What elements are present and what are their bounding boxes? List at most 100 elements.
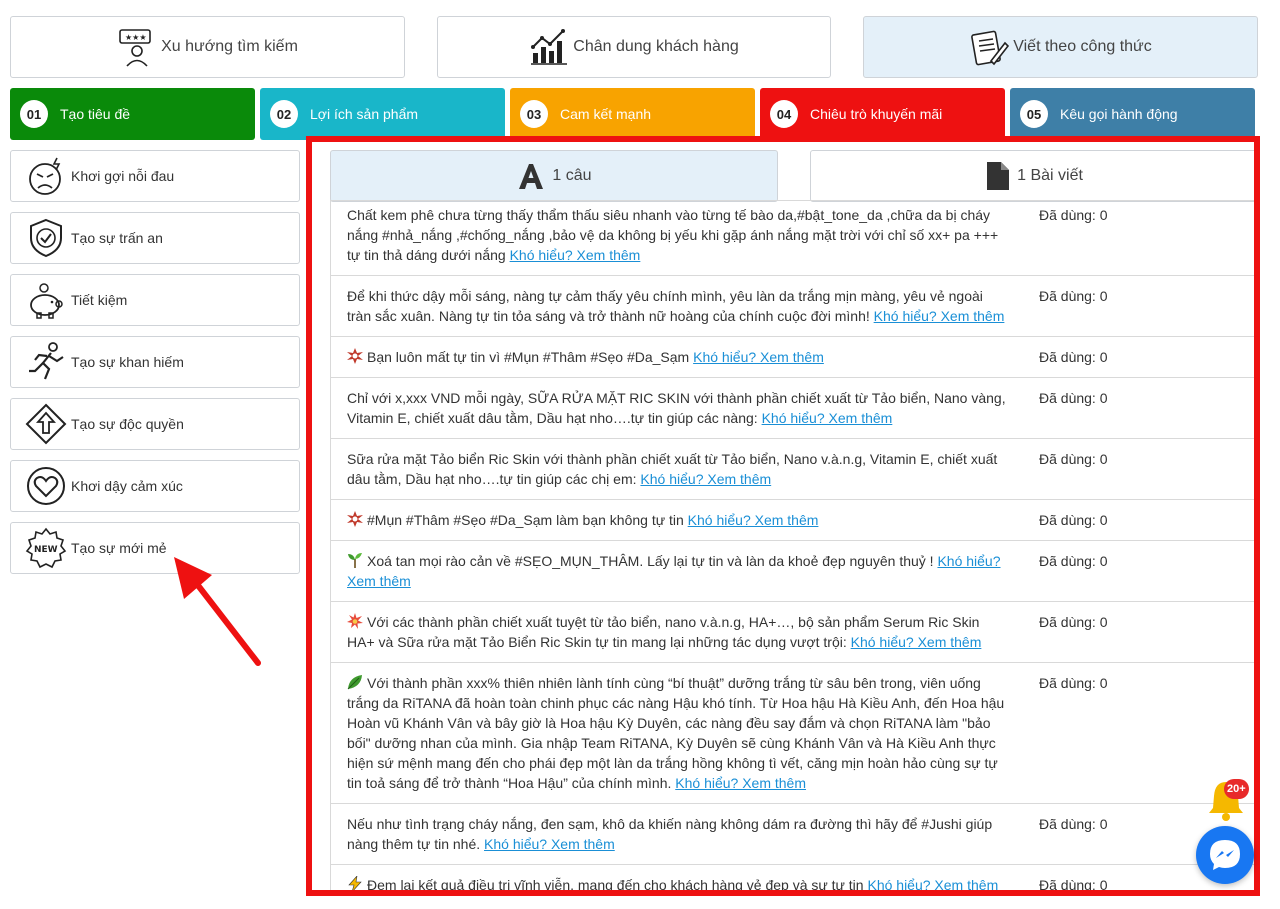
running-man-icon bbox=[29, 342, 64, 380]
menu-item-reassure[interactable]: Tạo sự trấn an bbox=[10, 212, 300, 264]
arrow-up-sign-icon bbox=[25, 403, 67, 445]
more-link[interactable]: Khó hiểu? Xem thêm bbox=[874, 308, 1005, 324]
used-count: Đã dùng: 0 bbox=[1039, 614, 1108, 630]
list-item[interactable]: Chỉ với x,xxx VND mỗi ngày, SỮA RỬA MẶT … bbox=[330, 378, 1254, 439]
step-number: 04 bbox=[770, 100, 798, 128]
row-text: #Mụn #Thâm #Sẹo #Da_Sạm làm bạn không tự… bbox=[367, 512, 684, 528]
row-text: Nếu như tình trạng cháy nắng, đen sạm, k… bbox=[347, 816, 993, 852]
menu-item-scarcity[interactable]: Tạo sự khan hiếm bbox=[10, 336, 300, 388]
more-link[interactable]: Khó hiểu? Xem thêm bbox=[851, 634, 982, 650]
menu-item-pain[interactable]: Khơi gợi nỗi đau bbox=[10, 150, 300, 202]
step-label: Cam kết mạnh bbox=[560, 106, 652, 122]
menu-item-exclusive[interactable]: Tạo sự độc quyền bbox=[10, 398, 300, 450]
step-label: Chiêu trò khuyến mãi bbox=[810, 106, 943, 122]
more-link[interactable]: Khó hiểu? Xem thêm bbox=[510, 247, 641, 263]
notification-badge: 20+ bbox=[1224, 779, 1249, 799]
used-count: Đã dùng: 0 bbox=[1039, 207, 1108, 223]
used-count: Đã dùng: 0 bbox=[1039, 512, 1108, 528]
list-item[interactable]: Với thành phần xxx% thiên nhiên lành tín… bbox=[330, 663, 1254, 804]
more-link[interactable]: Khó hiểu? Xem thêm bbox=[640, 471, 771, 487]
step-number: 03 bbox=[520, 100, 548, 128]
step-tab-01[interactable]: 01 Tạo tiêu đề bbox=[10, 88, 255, 140]
menu-item-label: Tạo sự mới mẻ bbox=[71, 540, 167, 556]
step-label: Lợi ích sản phẩm bbox=[310, 106, 419, 122]
mode-label: 1 câu bbox=[552, 167, 592, 184]
menu-item-saving[interactable]: Tiết kiệm bbox=[10, 274, 300, 326]
leaf-icon bbox=[347, 675, 362, 690]
notepad-pen-icon bbox=[971, 30, 1010, 66]
step-tab-04[interactable]: 04 Chiêu trò khuyến mãi bbox=[760, 88, 1005, 140]
step-tab-02[interactable]: 02 Lợi ích sản phẩm bbox=[260, 88, 505, 140]
tab-search-trend-label: Xu hướng tìm kiếm bbox=[161, 38, 298, 55]
list-item[interactable]: #Mụn #Thâm #Sẹo #Da_Sạm làm bạn không tự… bbox=[330, 500, 1254, 541]
used-count: Đã dùng: 0 bbox=[1039, 349, 1108, 365]
piggy-bank-icon bbox=[30, 283, 63, 319]
used-count: Đã dùng: 0 bbox=[1039, 816, 1108, 832]
list-item[interactable]: Chất kem phê chưa từng thấy thẩm thấu si… bbox=[330, 201, 1254, 276]
suggestion-panel: 1 câu 1 Bài viết Chất kem phê chưa từng … bbox=[306, 136, 1260, 896]
suggestion-text: #Mụn #Thâm #Sẹo #Da_Sạm làm bạn không tự… bbox=[347, 510, 1007, 530]
suggestion-text: Bạn luôn mất tự tin vì #Mụn #Thâm #Sẹo #… bbox=[347, 347, 1007, 367]
used-count: Đã dùng: 0 bbox=[1039, 877, 1108, 893]
tab-formula-writing[interactable]: Viết theo công thức bbox=[863, 16, 1258, 78]
menu-item-emotion[interactable]: Khơi dậy cảm xúc bbox=[10, 460, 300, 512]
more-link[interactable]: Khó hiểu? Xem thêm bbox=[688, 512, 819, 528]
burst-icon bbox=[347, 348, 363, 364]
more-link[interactable]: Khó hiểu? Xem thêm bbox=[867, 877, 998, 890]
angry-face-icon bbox=[29, 157, 61, 195]
collision-icon bbox=[347, 613, 363, 629]
list-item[interactable]: Sữa rửa mặt Tảo biển Ric Skin với thành … bbox=[330, 439, 1254, 500]
used-count: Đã dùng: 0 bbox=[1039, 451, 1108, 467]
suggestion-text: Nếu như tình trạng cháy nắng, đen sạm, k… bbox=[347, 814, 1007, 854]
chart-icon bbox=[531, 29, 568, 65]
mode-full-article[interactable]: 1 Bài viết bbox=[810, 150, 1254, 202]
svg-text:NEW: NEW bbox=[34, 545, 58, 555]
suggestion-list: Chất kem phê chưa từng thấy thẩm thấu si… bbox=[330, 200, 1254, 893]
row-text: Bạn luôn mất tự tin vì #Mụn #Thâm #Sẹo #… bbox=[367, 349, 690, 365]
suggestion-text: Để khi thức dậy mỗi sáng, nàng tự cảm th… bbox=[347, 286, 1007, 326]
svg-text:★★★: ★★★ bbox=[125, 33, 147, 42]
step-label: Tạo tiêu đề bbox=[60, 106, 131, 122]
more-link[interactable]: Khó hiểu? Xem thêm bbox=[762, 410, 893, 426]
step-tab-03[interactable]: 03 Cam kết mạnh bbox=[510, 88, 755, 140]
list-item[interactable]: Đem lại kết quả điều trị vĩnh viễn, mang… bbox=[330, 865, 1254, 893]
menu-item-label: Khơi dậy cảm xúc bbox=[71, 478, 183, 494]
tab-customer-portrait[interactable]: Chân dung khách hàng bbox=[437, 16, 831, 78]
row-text: Xoá tan mọi rào cản về #SẸO_MỤN_THÂM. Lấ… bbox=[367, 553, 934, 569]
more-link[interactable]: Khó hiểu? Xem thêm bbox=[675, 775, 806, 791]
more-link[interactable]: Khó hiểu? Xem thêm bbox=[484, 836, 615, 852]
list-item[interactable]: Bạn luôn mất tự tin vì #Mụn #Thâm #Sẹo #… bbox=[330, 337, 1254, 378]
red-arrow-icon bbox=[174, 557, 261, 666]
messenger-chat-button[interactable] bbox=[1196, 826, 1254, 884]
row-text: Đem lại kết quả điều trị vĩnh viễn, mang… bbox=[367, 877, 864, 893]
suggestion-text: Xoá tan mọi rào cản về #SẸO_MỤN_THÂM. Lấ… bbox=[347, 551, 1007, 591]
new-badge-icon: NEW bbox=[25, 527, 67, 569]
suggestion-text: Chất kem phê chưa từng thấy thẩm thấu si… bbox=[347, 205, 1007, 265]
step-tab-05[interactable]: 05 Kêu gọi hành động bbox=[1010, 88, 1255, 140]
more-link[interactable]: Khó hiểu? Xem thêm bbox=[693, 349, 824, 365]
step-label: Kêu gọi hành động bbox=[1060, 106, 1178, 122]
mode-label: 1 Bài viết bbox=[1017, 167, 1083, 184]
list-item[interactable]: Để khi thức dậy mỗi sáng, nàng tự cảm th… bbox=[330, 276, 1254, 337]
step-number: 05 bbox=[1020, 100, 1048, 128]
list-item[interactable]: Với các thành phần chiết xuất tuyệt từ t… bbox=[330, 602, 1254, 663]
sprout-icon bbox=[348, 553, 362, 568]
list-item[interactable]: Xoá tan mọi rào cản về #SẸO_MỤN_THÂM. Lấ… bbox=[330, 541, 1254, 602]
used-count: Đã dùng: 0 bbox=[1039, 288, 1108, 304]
tab-search-trend[interactable]: ★★★ Xu hướng tìm kiếm bbox=[10, 16, 405, 78]
tab-customer-portrait-label: Chân dung khách hàng bbox=[573, 38, 739, 55]
row-text: Chất kem phê chưa từng thấy thẩm thấu si… bbox=[347, 207, 999, 263]
messenger-icon bbox=[1210, 840, 1240, 870]
tab-formula-writing-label: Viết theo công thức bbox=[1013, 38, 1152, 55]
menu-item-label: Tạo sự khan hiếm bbox=[71, 354, 184, 370]
suggestion-text: Chỉ với x,xxx VND mỗi ngày, SỮA RỬA MẶT … bbox=[347, 388, 1007, 428]
suggestion-text: Với các thành phần chiết xuất tuyệt từ t… bbox=[347, 612, 1007, 652]
menu-item-label: Khơi gợi nỗi đau bbox=[71, 168, 175, 184]
zap-icon bbox=[348, 876, 362, 890]
list-item[interactable]: Nếu như tình trạng cháy nắng, đen sạm, k… bbox=[330, 804, 1254, 865]
mode-one-sentence[interactable]: 1 câu bbox=[330, 150, 778, 202]
used-count: Đã dùng: 0 bbox=[1039, 553, 1108, 569]
burst-icon bbox=[347, 511, 363, 527]
shield-check-icon bbox=[30, 218, 62, 258]
step-number: 01 bbox=[20, 100, 48, 128]
